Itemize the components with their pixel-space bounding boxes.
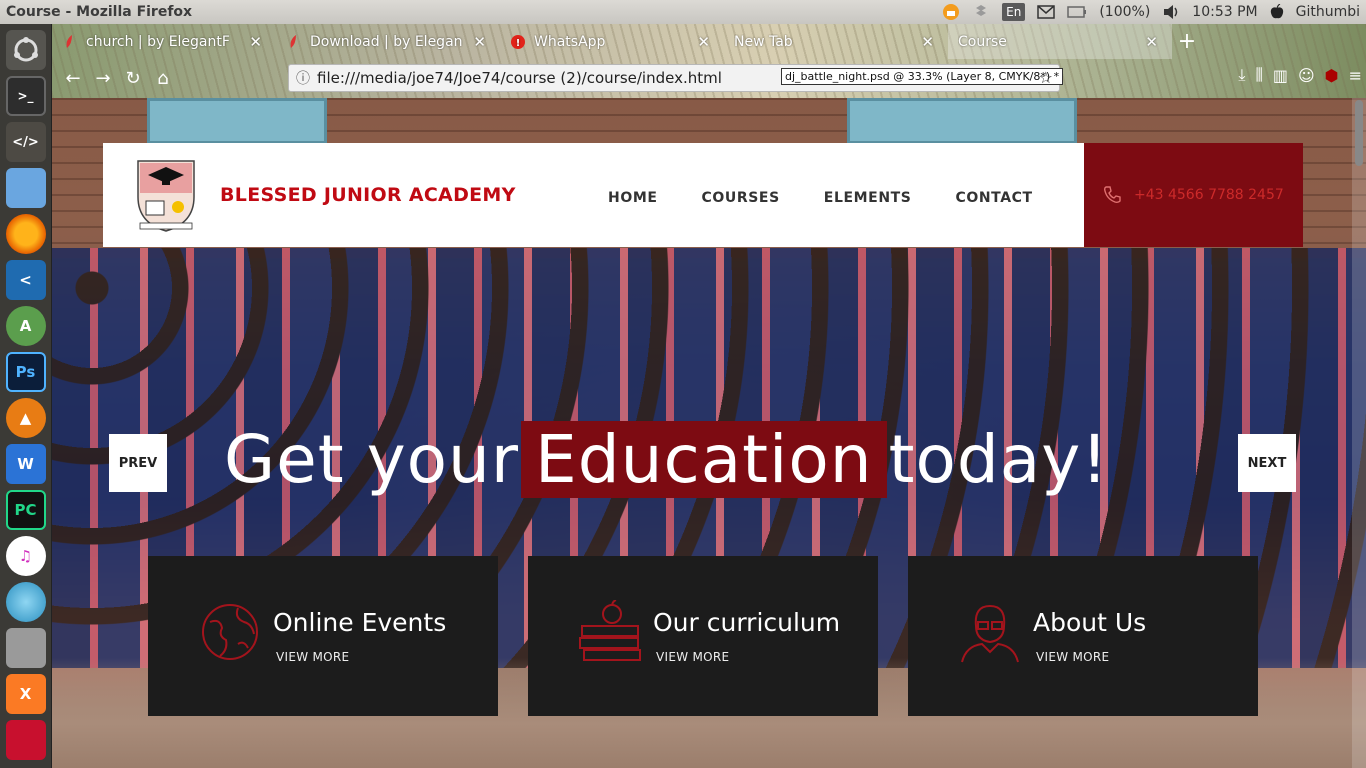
ubuntu-dash-icon[interactable] — [5, 30, 46, 70]
back-button[interactable]: ← — [58, 64, 88, 94]
apple-session-icon[interactable] — [1270, 3, 1284, 21]
browser-chrome: church | by ElegantF ✕ Download | by Ele… — [52, 24, 1366, 98]
terminal-icon[interactable]: >_ — [5, 76, 46, 116]
tab-whatsapp[interactable]: ! WhatsApp ✕ — [500, 24, 724, 59]
page-scrollbar[interactable] — [1352, 98, 1366, 768]
books-apple-icon — [579, 600, 641, 661]
view-more-link[interactable]: VIEW MORE — [1036, 650, 1109, 664]
teacher-icon — [961, 604, 1019, 663]
menu-contact[interactable]: CONTACT — [955, 190, 1032, 206]
close-icon[interactable]: ✕ — [249, 33, 262, 51]
top-panel: Course - Mozilla Firefox En (100%) 10:53… — [0, 0, 1366, 24]
academy-crest-logo[interactable] — [134, 157, 198, 233]
globe-icon — [202, 604, 258, 660]
view-more-link[interactable]: VIEW MORE — [656, 650, 729, 664]
mail-icon[interactable] — [1037, 3, 1056, 21]
tab-download[interactable]: Download | by Elegan ✕ — [276, 24, 500, 59]
url-text: file:///media/joe74/Joe74/course (2)/cou… — [317, 69, 722, 87]
card-about-us[interactable]: About Us VIEW MORE — [908, 556, 1258, 716]
download-icon[interactable]: ⤓ — [1238, 65, 1245, 85]
battery-percent: (100%) — [1099, 4, 1151, 20]
bookmark-star-icon[interactable]: ☆ — [1039, 68, 1053, 87]
elegant-icon — [62, 34, 78, 50]
home-button[interactable]: ⌂ — [148, 64, 178, 94]
window-title: Course - Mozilla Firefox — [6, 4, 193, 20]
menu-icon[interactable]: ≡ — [1349, 66, 1362, 85]
pycharm-icon[interactable]: PC — [5, 490, 46, 530]
sidebar-icon[interactable]: ▥ — [1273, 66, 1288, 85]
scrollbar-thumb[interactable] — [1355, 100, 1363, 166]
indicators: En (100%) 10:53 PM Githumbi — [942, 0, 1360, 24]
site-header: BLESSED JUNIOR ACADEMY HOME COURSES ELEM… — [103, 143, 1084, 247]
phone-box[interactable]: +43 4566 7788 2457 — [1084, 143, 1303, 247]
sublime-text-icon[interactable]: </> — [5, 122, 46, 162]
menu-home[interactable]: HOME — [608, 190, 658, 206]
window-right — [847, 98, 1077, 144]
user-name[interactable]: Githumbi — [1296, 4, 1360, 20]
firefox-icon[interactable] — [5, 214, 46, 254]
headline-highlight: Education — [521, 420, 887, 498]
unity-launcher: >_ </> < A Ps ▲ W PC ♫ X — [0, 24, 52, 768]
emoji-extension-icon[interactable]: ☺ — [1298, 66, 1315, 85]
card-title: Online Events — [273, 608, 447, 637]
card-online-events[interactable]: Online Events VIEW MORE — [148, 556, 498, 716]
storage-icon[interactable] — [5, 628, 46, 668]
forward-button[interactable]: → — [88, 64, 118, 94]
whatsapp-icon: ! — [510, 34, 526, 50]
menu-elements[interactable]: ELEMENTS — [824, 190, 912, 206]
next-button[interactable]: NEXT — [1238, 434, 1296, 492]
phone-number: +43 4566 7788 2457 — [1134, 187, 1284, 203]
menu-courses[interactable]: COURSES — [702, 190, 780, 206]
battery-icon[interactable] — [1067, 3, 1087, 21]
card-title: Our curriculum — [653, 608, 841, 637]
nav-toolbar: ← → ↻ ⌂ ⓘ file:///media/joe74/Joe74/cour… — [52, 59, 1366, 98]
info-icon[interactable]: ⓘ — [289, 68, 317, 88]
wps-writer-icon[interactable]: W — [5, 444, 46, 484]
view-more-link[interactable]: VIEW MORE — [276, 650, 349, 664]
card-our-curriculum[interactable]: Our curriculum VIEW MORE — [528, 556, 878, 716]
update-notifier-icon[interactable] — [942, 3, 960, 21]
phone-icon — [1102, 185, 1122, 205]
ublock-icon[interactable]: ⬢ — [1325, 66, 1339, 85]
close-icon[interactable]: ✕ — [1145, 33, 1158, 51]
photoshop-icon[interactable]: Ps — [5, 352, 46, 392]
url-bar[interactable]: ⓘ file:///media/joe74/Joe74/course (2)/c… — [288, 64, 1064, 92]
tab-new-tab[interactable]: New Tab ✕ — [724, 24, 948, 59]
card-title: About Us — [1033, 608, 1147, 637]
files-icon[interactable] — [5, 168, 46, 208]
keyboard-layout-indicator[interactable]: En — [1002, 3, 1026, 21]
close-icon[interactable]: ✕ — [921, 33, 934, 51]
installer-icon[interactable] — [5, 720, 46, 760]
headline-pre: Get your — [224, 420, 520, 498]
svg-text:!: ! — [516, 38, 521, 49]
tab-church[interactable]: church | by ElegantF ✕ — [52, 24, 276, 59]
dropbox-icon[interactable] — [972, 3, 990, 21]
reload-button[interactable]: ↻ — [118, 64, 148, 94]
tab-strip: church | by ElegantF ✕ Download | by Ele… — [52, 24, 1366, 59]
brand-name[interactable]: BLESSED JUNIOR ACADEMY — [220, 184, 516, 206]
prev-button[interactable]: PREV — [109, 434, 167, 492]
new-tab-button[interactable]: + — [1172, 24, 1202, 59]
itunes-icon[interactable]: ♫ — [5, 536, 46, 576]
xampp-icon[interactable]: X — [5, 674, 46, 714]
main-menu: HOME COURSES ELEMENTS CONTACT — [608, 190, 1033, 206]
hero-headline: Get your Education today! — [224, 416, 1109, 502]
close-icon[interactable]: ✕ — [473, 33, 486, 51]
tab-course[interactable]: Course ✕ — [948, 24, 1172, 59]
disk-icon[interactable] — [5, 582, 46, 622]
window-left — [147, 98, 327, 144]
vlc-icon[interactable]: ▲ — [5, 398, 46, 438]
toolbar-icons: ⤓ ⫼ ▥ ☺ ⬢ ≡ — [1238, 65, 1362, 85]
close-icon[interactable]: ✕ — [697, 33, 710, 51]
android-studio-icon[interactable]: A — [5, 306, 46, 346]
volume-icon[interactable] — [1162, 3, 1180, 21]
tooltip: dj_battle_night.psd @ 33.3% (Layer 8, CM… — [781, 68, 1064, 85]
vscode-icon[interactable]: < — [5, 260, 46, 300]
library-icon[interactable]: ⫼ — [1255, 65, 1262, 85]
headline-post: today! — [888, 420, 1109, 498]
clock[interactable]: 10:53 PM — [1192, 4, 1257, 20]
elegant-icon — [286, 34, 302, 50]
page-viewport: BLESSED JUNIOR ACADEMY HOME COURSES ELEM… — [52, 98, 1366, 768]
